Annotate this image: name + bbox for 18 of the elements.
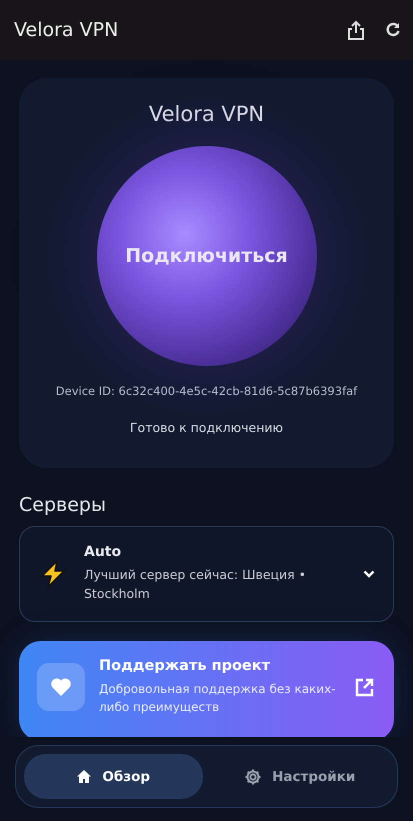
support-title: Поддержать проект (99, 658, 272, 674)
nav-tab[interactable]: Настройки (210, 754, 389, 799)
section-heading: Серверы (19, 494, 107, 516)
home-icon (76, 769, 92, 784)
device-id: Device ID: 6c32c400-4e5c-42cb-81d6-5c87b6393faf (56, 384, 358, 398)
refresh-icon[interactable] (385, 22, 401, 38)
share-icon[interactable] (347, 20, 365, 40)
chevron-down-icon[interactable] (363, 570, 375, 578)
server-description: Лучший сервер сейчас: Швеция • Stockholm (84, 566, 308, 603)
support-description: Добровольная поддержка без каких-либо преимуществ (99, 681, 337, 716)
external-link-icon[interactable] (355, 678, 374, 696)
card-title: Velora VPN (148, 102, 264, 126)
connection-status: Готово к подключению (130, 420, 284, 435)
server-selector[interactable]: Auto Лучший сервер сейчас: Швеция • Stockholm (19, 526, 394, 622)
nav-tab[interactable]: Обзор (24, 754, 202, 799)
server-name: Auto (84, 544, 122, 560)
app-title: Velora VPN (14, 19, 120, 41)
settings-icon (244, 768, 262, 786)
